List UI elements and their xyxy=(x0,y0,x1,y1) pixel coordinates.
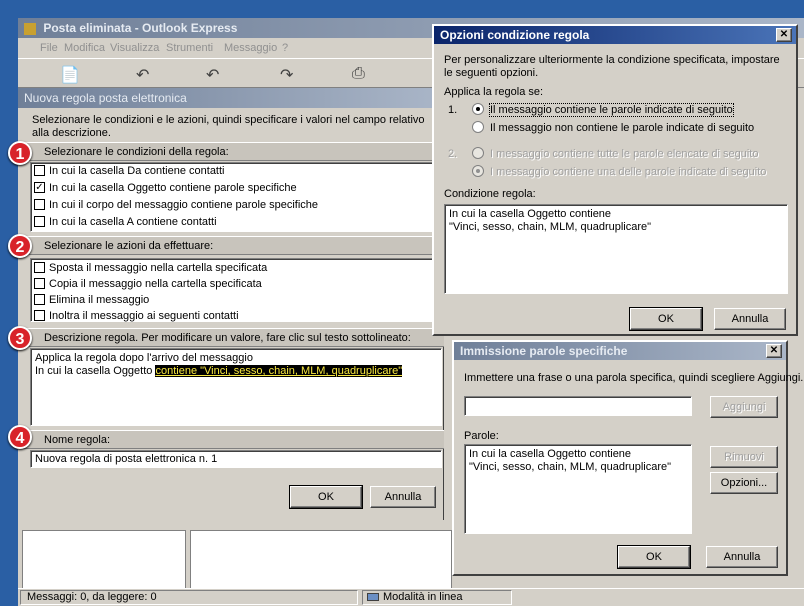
rule-cancel-button[interactable]: Annulla xyxy=(370,486,436,508)
folder-pane xyxy=(22,530,186,596)
check-icon[interactable]: ✓ xyxy=(34,181,45,193)
condition-label: Condizione regola: xyxy=(444,188,536,200)
step-badge-2: 2 xyxy=(8,234,32,258)
action-item-copy[interactable]: Copia il messaggio nella cartella specif… xyxy=(34,277,262,290)
words-ok-button[interactable]: OK xyxy=(617,545,691,569)
description-line1: Applica la regola dopo l'arrivo del mess… xyxy=(35,352,253,364)
action-item-forward[interactable]: Inoltra il messaggio ai seguenti contatt… xyxy=(34,309,239,322)
action-item-delete[interactable]: Elimina il messaggio xyxy=(34,293,149,306)
options-cancel-button[interactable]: Annulla xyxy=(714,308,786,330)
words-label: Parole: xyxy=(464,430,499,442)
words-dialog-title: Immissione parole specifiche xyxy=(454,342,786,360)
status-bar: Messaggi: 0, da leggere: 0 Modalità in l… xyxy=(18,588,804,606)
checkbox[interactable] xyxy=(34,215,45,227)
menu-modifica[interactable]: Modifica xyxy=(64,38,105,58)
description-line2: In cui la casella Oggetto contiene "Vinc… xyxy=(35,365,403,377)
step4-header: Nome regola: xyxy=(18,430,444,449)
outlook-app-icon xyxy=(24,22,36,35)
reply-icon[interactable]: ↶ xyxy=(136,65,149,85)
group1-number: 1. xyxy=(448,104,458,116)
checkbox[interactable] xyxy=(34,277,45,289)
words-intro: Immettere una frase o una parola specifi… xyxy=(464,372,804,384)
words-line1: In cui la casella Oggetto contiene xyxy=(469,448,632,460)
checkbox[interactable] xyxy=(34,309,45,321)
options-close-button[interactable]: ✕ xyxy=(776,28,792,42)
words-list[interactable]: In cui la casella Oggetto contiene "Vinc… xyxy=(464,444,692,534)
reply-all-icon[interactable]: ↶ xyxy=(206,65,219,85)
apply-label: Applica la regola se: xyxy=(444,86,544,98)
radio-not-contains[interactable]: Il messaggio non contiene le parole indi… xyxy=(472,121,754,134)
options-dialog-title: Opzioni condizione regola xyxy=(434,26,796,44)
menu-messaggio[interactable]: Messaggio xyxy=(224,38,277,58)
condition-item-from[interactable]: In cui la casella Da contiene contatti xyxy=(34,164,225,177)
connection-icon xyxy=(367,593,379,602)
action-item-move[interactable]: Sposta il messaggio nella cartella speci… xyxy=(34,261,267,274)
main-window-title-text: Posta eliminata - Outlook Express xyxy=(43,21,238,35)
radio-button xyxy=(472,165,484,178)
radio-button xyxy=(472,147,484,160)
checkbox[interactable] xyxy=(34,261,45,273)
words-close-button[interactable]: ✕ xyxy=(766,344,782,358)
rule-name-input[interactable]: Nuova regola di posta elettronica n. 1 xyxy=(30,450,442,468)
menu-visualizza[interactable]: Visualizza xyxy=(110,38,159,58)
options-ok-button[interactable]: OK xyxy=(629,307,703,331)
add-word-button[interactable]: Aggiungi xyxy=(710,396,778,418)
contacts-pane xyxy=(190,530,452,596)
rule-intro: Selezionare le condizioni e le azioni, q… xyxy=(32,114,425,139)
condition-line2: "Vinci, sesso, chain, MLM, quadruplicare… xyxy=(449,221,652,233)
condition-item-subject[interactable]: ✓ In cui la casella Oggetto contiene paro… xyxy=(34,181,297,194)
step-badge-3: 3 xyxy=(8,326,32,350)
word-options-button[interactable]: Opzioni... xyxy=(710,472,778,494)
radio-contains[interactable]: Il messaggio contiene le parole indicate… xyxy=(472,103,734,117)
options-intro: Per personalizzare ulteriormente la cond… xyxy=(444,54,780,79)
words-dialog: Immissione parole specifiche ✕ Immettere… xyxy=(452,340,804,576)
condition-line1: In cui la casella Oggetto contiene xyxy=(449,208,612,220)
group2-number: 2. xyxy=(448,148,458,160)
checkbox[interactable] xyxy=(34,198,45,210)
radio-button[interactable] xyxy=(472,121,484,134)
radio-button[interactable] xyxy=(472,103,484,116)
status-messages: Messaggi: 0, da leggere: 0 xyxy=(20,590,358,605)
new-rule-dialog: Nuova regola posta elettronica Seleziona… xyxy=(18,88,444,520)
status-mode: Modalità in linea xyxy=(362,590,512,605)
checkbox[interactable] xyxy=(34,293,45,305)
step-badge-4: 4 xyxy=(8,425,32,449)
condition-box: In cui la casella Oggetto contiene "Vinc… xyxy=(444,204,788,294)
condition-item-to[interactable]: In cui la casella A contiene contatti xyxy=(34,215,217,228)
description-link[interactable]: contiene "Vinci, sesso, chain, MLM, quad… xyxy=(155,365,403,377)
step2-header: Selezionare le azioni da effettuare: xyxy=(18,236,444,255)
condition-item-body[interactable]: In cui il corpo del messaggio contiene p… xyxy=(34,198,318,211)
new-message-icon[interactable]: 📄 xyxy=(60,65,80,85)
rule-description-box[interactable]: Applica la regola dopo l'arrivo del mess… xyxy=(30,348,442,426)
rule-name-value: Nuova regola di posta elettronica n. 1 xyxy=(35,453,218,465)
checkbox[interactable] xyxy=(34,164,45,176)
word-input[interactable] xyxy=(464,396,692,416)
step1-header: Selezionare le condizioni della regola: xyxy=(18,142,444,161)
print-icon[interactable]: ⎙ xyxy=(352,65,365,83)
step3-header: Descrizione regola. Per modificare un va… xyxy=(18,328,444,347)
options-dialog: Opzioni condizione regola ✕ Per personal… xyxy=(432,24,798,336)
rule-ok-button[interactable]: OK xyxy=(289,485,363,509)
radio-all-words: I messaggio contiene tutte le parole ele… xyxy=(472,147,758,160)
radio-any-word: I messaggio contiene una delle parole in… xyxy=(472,165,766,178)
menu-file[interactable]: File xyxy=(40,38,58,58)
menu-help[interactable]: ? xyxy=(282,38,288,58)
words-cancel-button[interactable]: Annulla xyxy=(706,546,778,568)
step-badge-1: 1 xyxy=(8,141,32,165)
status-mode-text: Modalità in linea xyxy=(383,591,463,603)
new-rule-dialog-title: Nuova regola posta elettronica xyxy=(18,88,444,108)
menu-strumenti[interactable]: Strumenti xyxy=(166,38,213,58)
words-line2: "Vinci, sesso, chain, MLM, quadruplicare… xyxy=(469,461,672,473)
forward-icon[interactable]: ↷ xyxy=(280,65,293,85)
remove-word-button[interactable]: Rimuovi xyxy=(710,446,778,468)
